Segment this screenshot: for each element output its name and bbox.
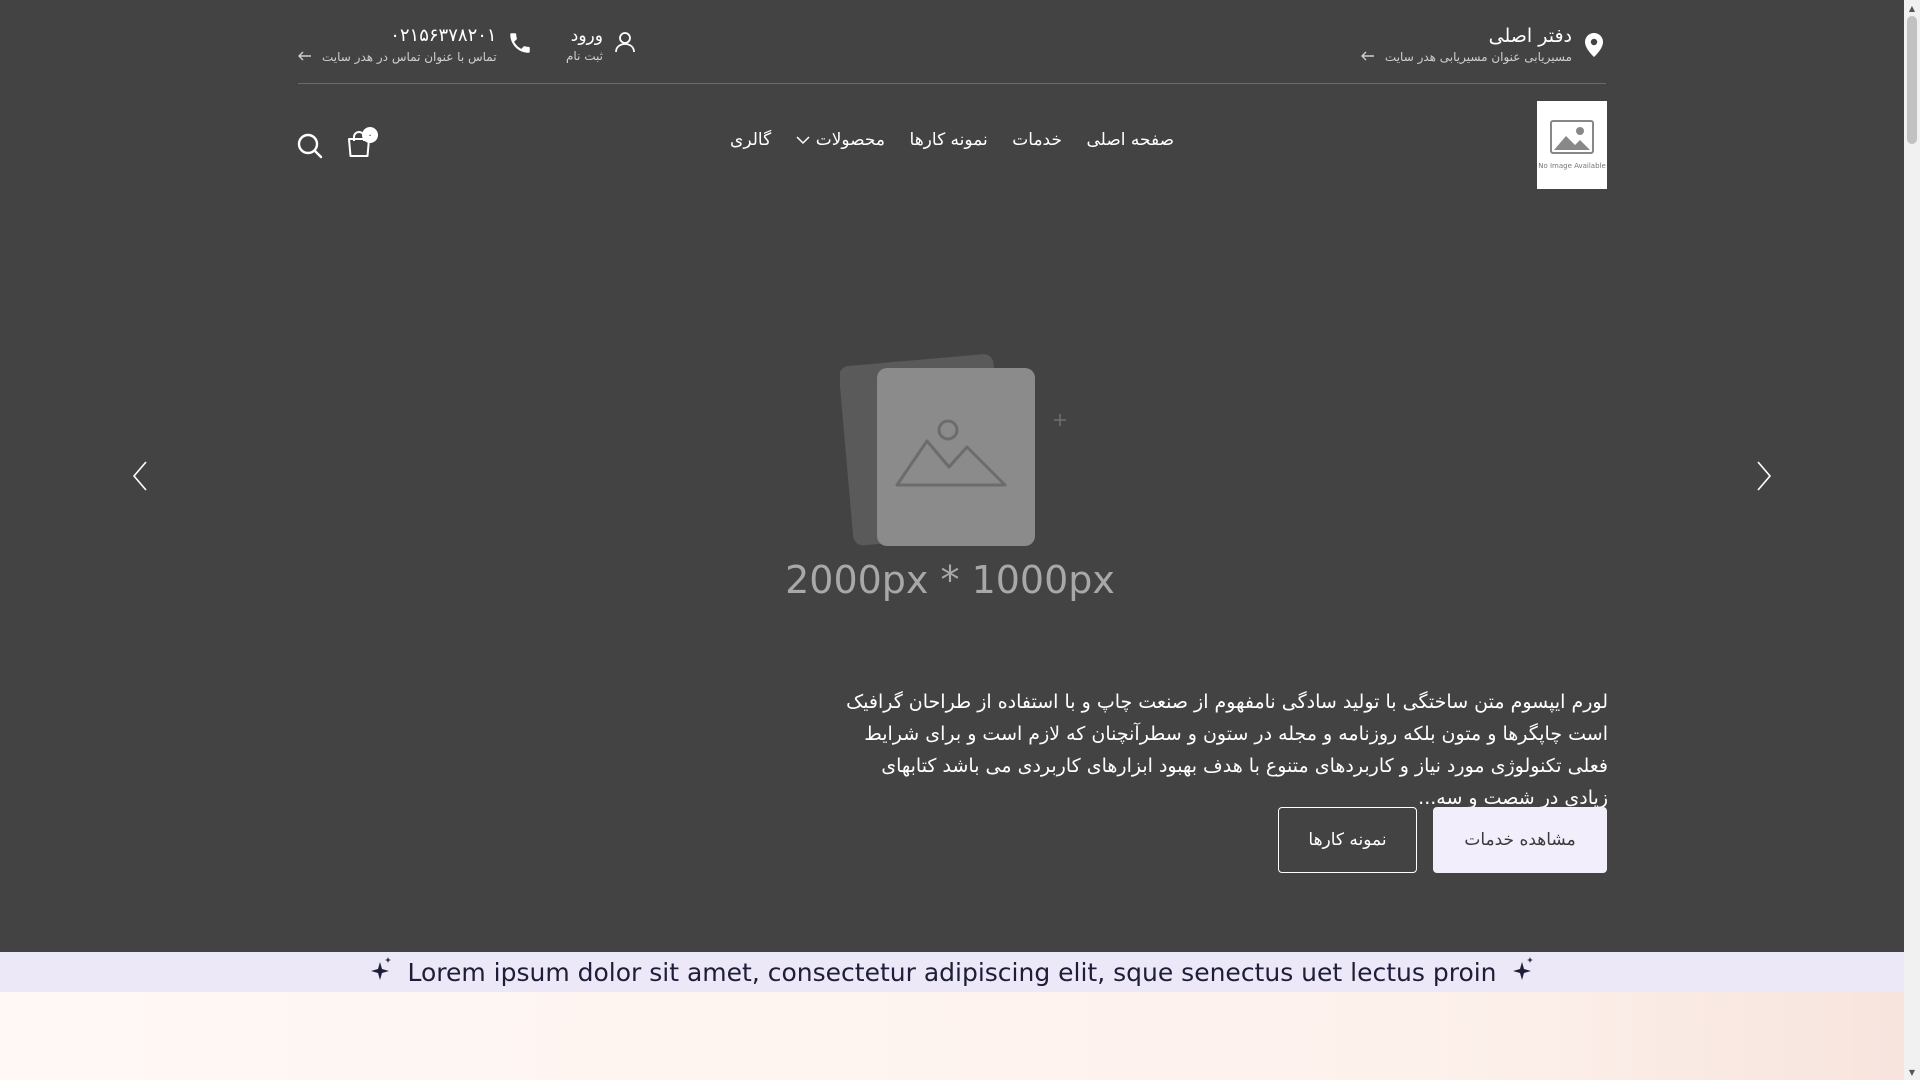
hero-description: لورم ایپسوم متن ساختگی با تولید سادگی نا… [846, 691, 1608, 809]
slider-prev-button[interactable] [130, 458, 154, 494]
next-section-background [0, 992, 1904, 1080]
page-scrollbar[interactable]: ▲ ▼ [1904, 0, 1920, 1080]
marquee-text: Lorem ipsum dolor sit amet, consectetur … [407, 957, 1497, 987]
slider-next-button[interactable] [1750, 458, 1774, 494]
login-register[interactable]: ورود ثبت نام [566, 24, 637, 64]
cart-count-badge: ۰ [362, 127, 378, 143]
nav-item-products[interactable]: محصولات [796, 130, 885, 150]
top-bar: دفتر اصلی مسیریابی عنوان مسیریابی هدر سا… [298, 20, 1606, 84]
arrow-left-icon [1360, 48, 1375, 66]
nav-item-gallery[interactable]: گالری [730, 130, 771, 150]
shopping-bag-icon [346, 131, 372, 162]
sparkle-icon [369, 956, 393, 988]
office-subtitle: مسیریابی عنوان مسیریابی هدر سایت [1384, 50, 1572, 64]
phone-subtitle: تماس با عنوان تماس در هدر سایت [322, 50, 497, 64]
scroll-up-arrow-icon[interactable]: ▲ [1904, 0, 1920, 16]
search-button[interactable] [296, 132, 324, 160]
cart-button[interactable]: ۰ [346, 127, 378, 162]
image-placeholder-icon [1550, 119, 1594, 158]
login-label: ورود [570, 26, 603, 46]
phone-number: ۰۲۱۵۶۳۷۸۲۰۱ [390, 25, 497, 46]
nav-item-home[interactable]: صفحه اصلی [1087, 130, 1174, 150]
portfolio-button[interactable]: نمونه کارها [1278, 807, 1417, 873]
chevron-right-icon [1750, 461, 1774, 498]
no-image-text: No Image Available [1538, 161, 1606, 170]
view-services-button[interactable]: مشاهده خدمات [1433, 807, 1607, 873]
chevron-left-icon [130, 461, 154, 498]
office-address[interactable]: دفتر اصلی مسیریابی عنوان مسیریابی هدر سا… [1360, 24, 1606, 66]
user-icon [613, 30, 637, 58]
office-title: دفتر اصلی [1488, 25, 1572, 47]
location-pin-icon [1582, 30, 1606, 60]
scroll-down-arrow-icon[interactable]: ▼ [1904, 1064, 1920, 1080]
sparkle-icon [1511, 956, 1535, 988]
nav-item-services[interactable]: خدمات [1012, 130, 1062, 150]
arrow-left-icon [298, 48, 312, 66]
nav-item-products-label: محصولات [815, 130, 886, 150]
scrollbar-thumb[interactable] [1907, 16, 1917, 144]
nav-item-portfolio[interactable]: نمونه کارها [910, 130, 988, 150]
chevron-down-icon [796, 130, 810, 150]
contact-info[interactable]: ۰۲۱۵۶۳۷۸۲۰۱ تماس با عنوان تماس در هدر سا… [298, 24, 533, 66]
marquee-strip: Lorem ipsum dolor sit amet, consectetur … [0, 952, 1904, 992]
phone-icon [507, 30, 533, 60]
search-icon [296, 133, 324, 164]
site-logo[interactable]: No Image Available [1537, 101, 1607, 189]
placeholder-dimensions-text: 2000px * 1000px [785, 558, 1115, 602]
register-label: ثبت نام [566, 49, 603, 63]
main-nav: صفحه اصلی خدمات نمونه کارها محصولات گالر… [730, 130, 1174, 150]
hero-placeholder-image [839, 340, 1070, 550]
